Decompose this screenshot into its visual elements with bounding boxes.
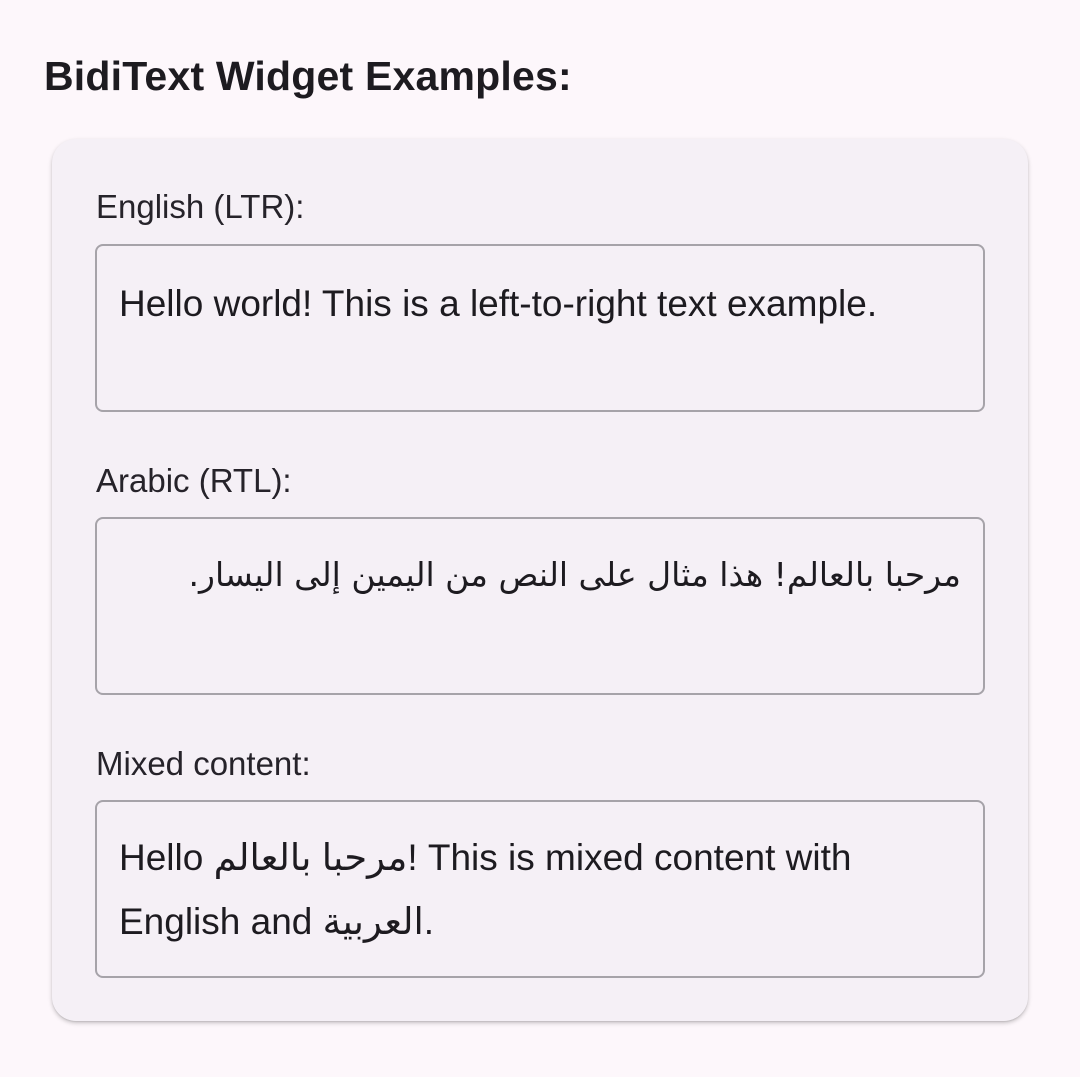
mixed-content-label: Mixed content: — [96, 745, 311, 782]
mixed-content-text-box: Hello مرحبا بالعالم! This is mixed conte… — [95, 800, 985, 978]
examples-card: English (LTR): Hello world! This is a le… — [52, 139, 1028, 1021]
arabic-rtl-text-box: مرحبا بالعالم! هذا مثال على النص من اليم… — [95, 517, 985, 695]
arabic-rtl-label: Arabic (RTL): — [96, 462, 292, 499]
english-ltr-label: English (LTR): — [96, 188, 305, 225]
page-title: BidiText Widget Examples: — [44, 53, 572, 99]
english-ltr-text-box: Hello world! This is a left-to-right tex… — [95, 244, 985, 412]
